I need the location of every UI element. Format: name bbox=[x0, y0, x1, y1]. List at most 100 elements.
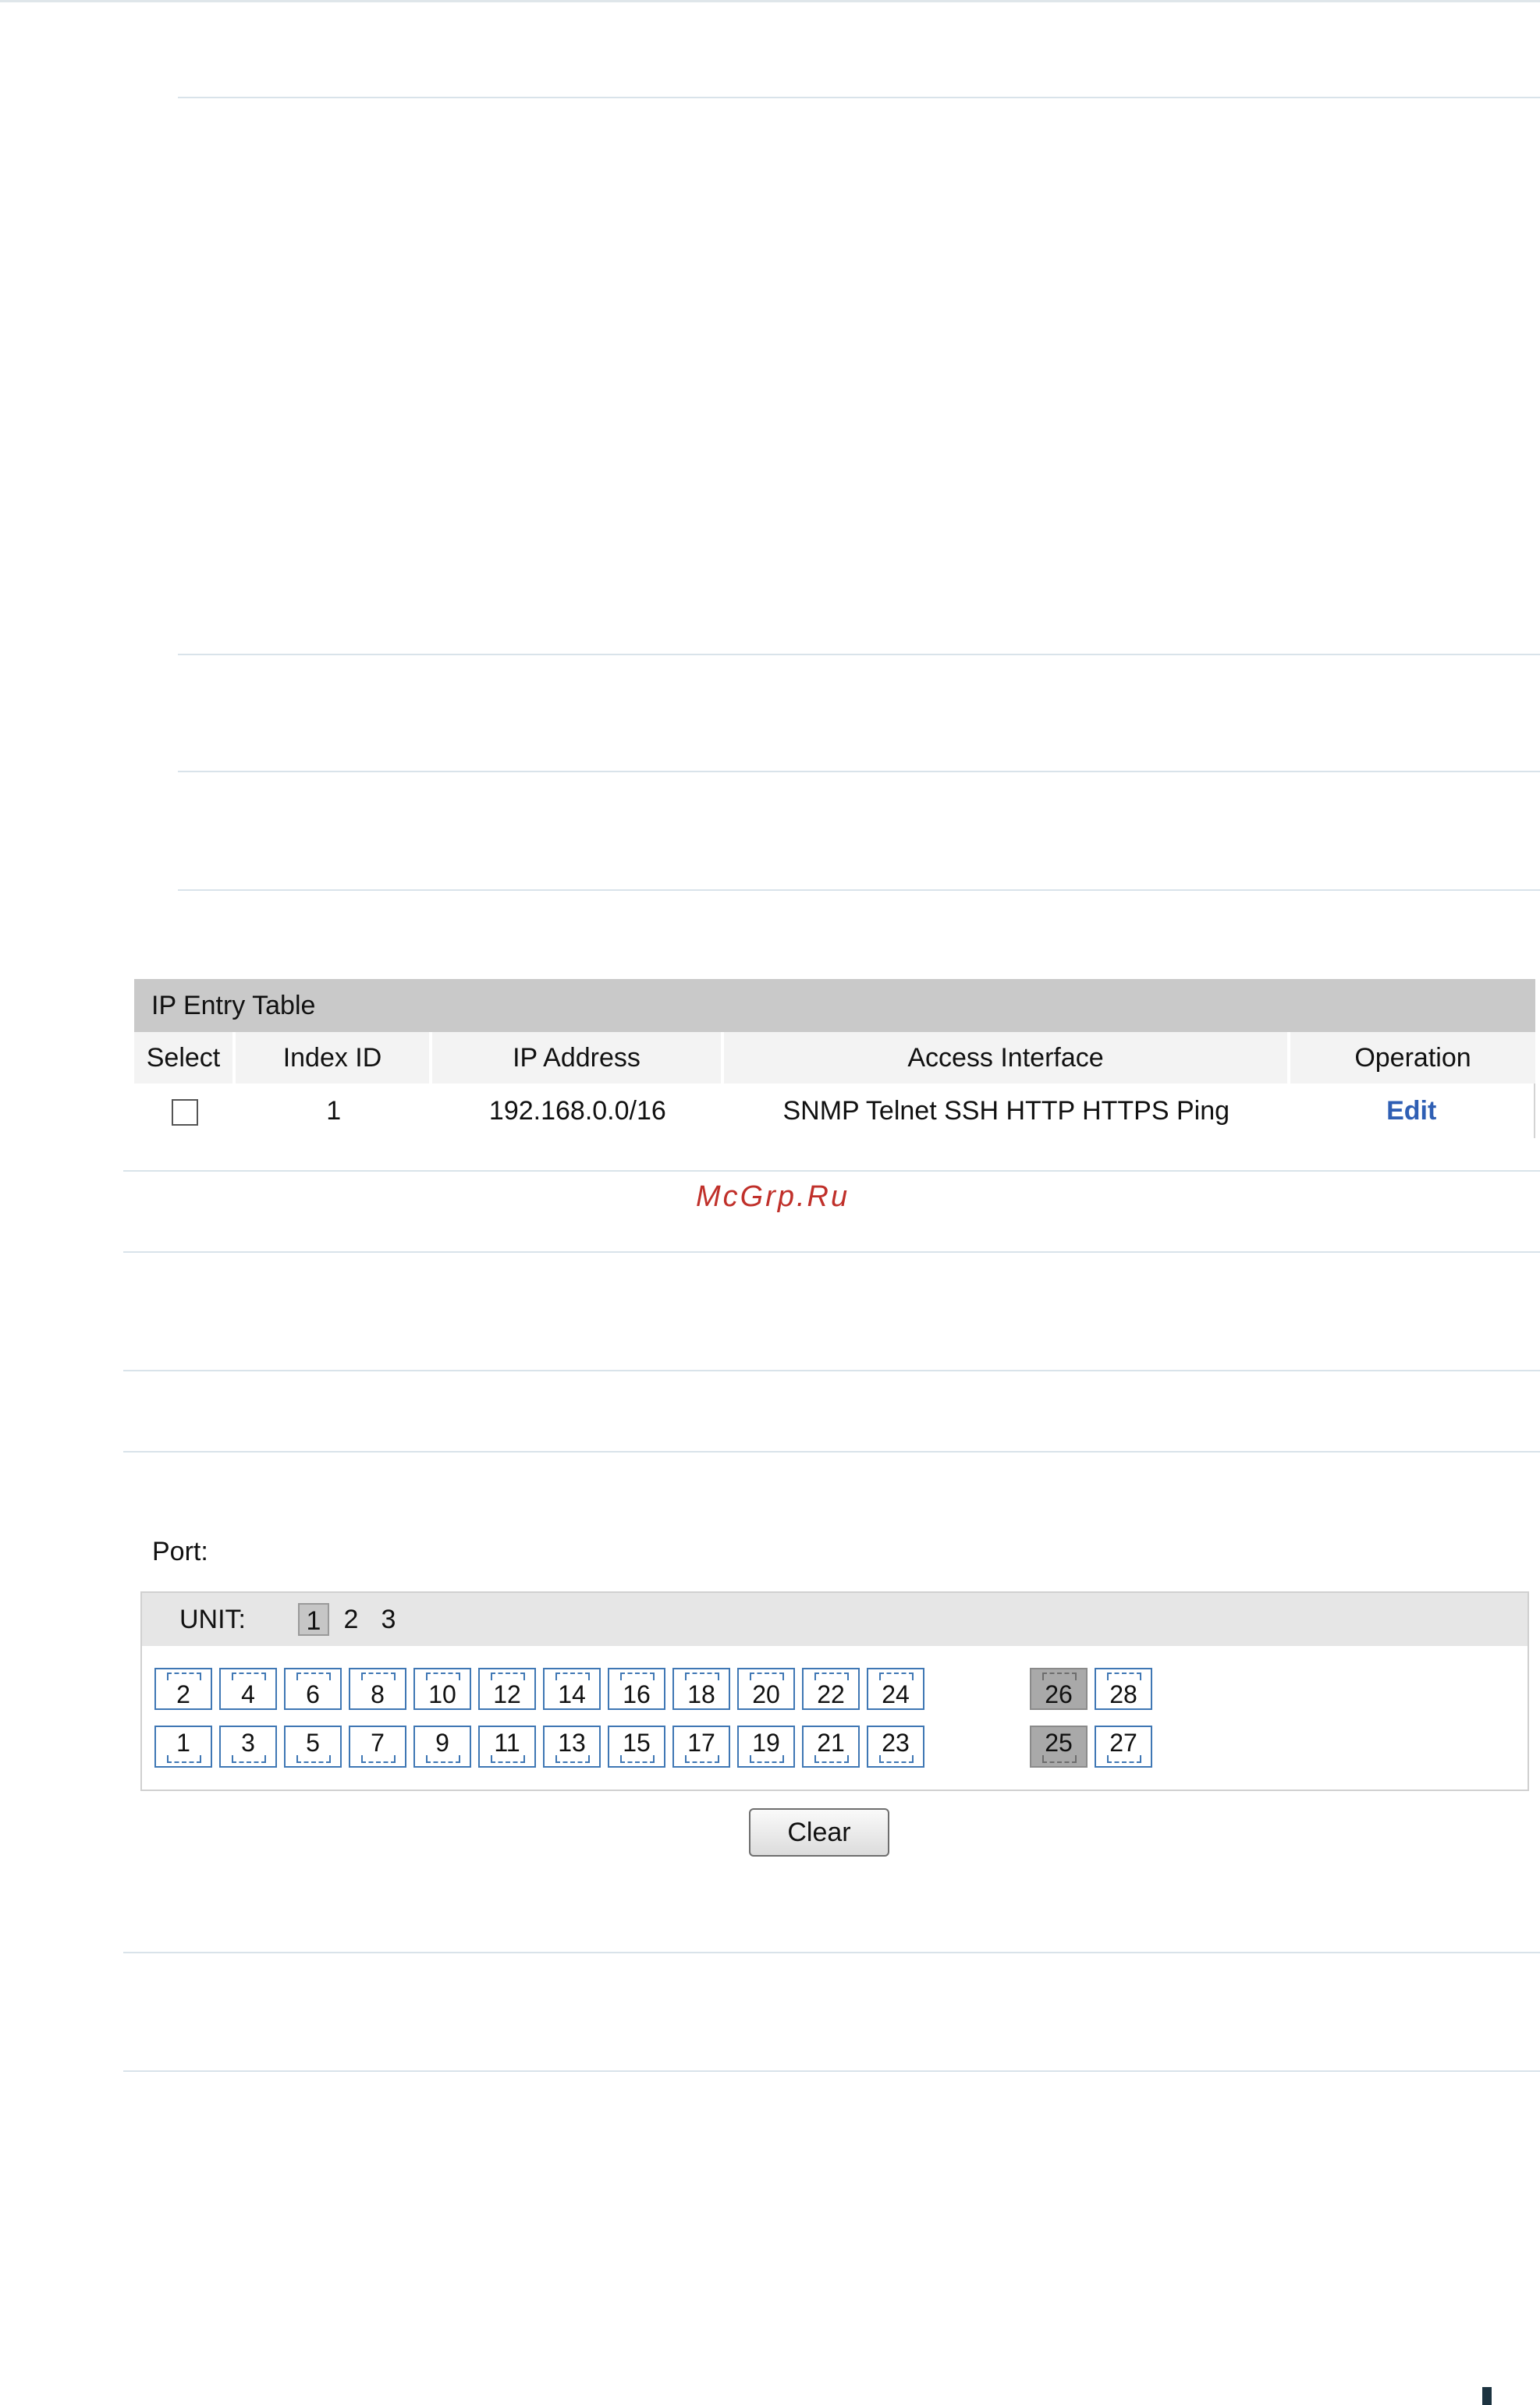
port-jack-icon bbox=[232, 1673, 266, 1680]
access-interface-cell: SNMP Telnet SSH HTTP HTTPS Ping bbox=[782, 1096, 1230, 1126]
port-17[interactable]: 17 bbox=[672, 1726, 730, 1768]
port-13[interactable]: 13 bbox=[543, 1726, 601, 1768]
unit-bar: UNIT: 1 2 3 bbox=[142, 1593, 1528, 1646]
ip-table-title: IP Entry Table bbox=[134, 979, 1535, 1032]
port-number: 16 bbox=[623, 1680, 651, 1708]
port-jack-icon bbox=[296, 1673, 331, 1680]
port-24[interactable]: 24 bbox=[867, 1668, 924, 1710]
port-jack-icon bbox=[620, 1673, 655, 1680]
port-number: 12 bbox=[493, 1680, 521, 1708]
port-number: 1 bbox=[176, 1729, 190, 1757]
unit-button-1[interactable]: 1 bbox=[298, 1603, 329, 1636]
port-number: 7 bbox=[371, 1729, 385, 1757]
port-3[interactable]: 3 bbox=[219, 1726, 277, 1768]
port-jack-icon bbox=[555, 1673, 590, 1680]
port-15[interactable]: 15 bbox=[608, 1726, 665, 1768]
port-number: 2 bbox=[176, 1680, 190, 1708]
clear-button[interactable]: Clear bbox=[749, 1808, 889, 1857]
port-7[interactable]: 7 bbox=[349, 1726, 406, 1768]
port-12[interactable]: 12 bbox=[478, 1668, 536, 1710]
port-9[interactable]: 9 bbox=[413, 1726, 471, 1768]
port-number: 5 bbox=[306, 1729, 320, 1757]
port-8[interactable]: 8 bbox=[349, 1668, 406, 1710]
port-19[interactable]: 19 bbox=[737, 1726, 795, 1768]
port-number: 10 bbox=[428, 1680, 456, 1708]
port-number: 20 bbox=[752, 1680, 780, 1708]
column-header-select: Select bbox=[134, 1032, 236, 1084]
port-jack-icon bbox=[879, 1673, 914, 1680]
port-jack-icon bbox=[685, 1673, 719, 1680]
port-11[interactable]: 11 bbox=[478, 1726, 536, 1768]
divider bbox=[123, 1952, 1540, 1953]
port-27[interactable]: 27 bbox=[1095, 1726, 1152, 1768]
unit-label: UNIT: bbox=[179, 1604, 246, 1634]
column-header-ip-address: IP Address bbox=[432, 1032, 724, 1084]
divider bbox=[123, 1451, 1540, 1453]
table-row: 1 192.168.0.0/16 SNMP Telnet SSH HTTP HT… bbox=[134, 1084, 1535, 1138]
port-5[interactable]: 5 bbox=[284, 1726, 342, 1768]
divider bbox=[123, 2070, 1540, 2072]
port-number: 28 bbox=[1109, 1680, 1137, 1708]
port-25[interactable]: 25 bbox=[1030, 1726, 1088, 1768]
edit-link[interactable]: Edit bbox=[1386, 1096, 1436, 1126]
port-26[interactable]: 26 bbox=[1030, 1668, 1088, 1710]
port-jack-icon bbox=[814, 1673, 849, 1680]
port-label: Port: bbox=[152, 1537, 208, 1566]
column-header-access-interface: Access Interface bbox=[724, 1032, 1290, 1084]
port-number: 9 bbox=[435, 1729, 449, 1757]
port-number: 26 bbox=[1045, 1680, 1073, 1708]
watermark: McGrp.Ru bbox=[696, 1180, 850, 1213]
port-18[interactable]: 18 bbox=[672, 1668, 730, 1710]
port-21[interactable]: 21 bbox=[802, 1726, 860, 1768]
column-header-operation: Operation bbox=[1354, 1043, 1471, 1073]
port-panel: UNIT: 1 2 3 2 4 6 8 10 12 14 16 18 20 22 24 1 3 5 7 9 11 1… bbox=[140, 1591, 1529, 1791]
row-select-checkbox[interactable] bbox=[171, 1099, 198, 1126]
divider bbox=[123, 1251, 1540, 1253]
port-number: 18 bbox=[687, 1680, 715, 1708]
ip-table-header: Select Index ID IP Address Access Interf… bbox=[134, 1032, 1535, 1084]
port-number: 17 bbox=[687, 1729, 715, 1757]
port-2[interactable]: 2 bbox=[154, 1668, 212, 1710]
divider bbox=[123, 1170, 1540, 1172]
port-number: 24 bbox=[882, 1680, 910, 1708]
port-jack-icon bbox=[1107, 1673, 1141, 1680]
select-cell bbox=[134, 1084, 236, 1138]
port-1[interactable]: 1 bbox=[154, 1726, 212, 1768]
port-22[interactable]: 22 bbox=[802, 1668, 860, 1710]
index-id-cell: 1 bbox=[326, 1096, 342, 1126]
port-10[interactable]: 10 bbox=[413, 1668, 471, 1710]
ip-entry-table: IP Entry Table Select Index ID IP Addres… bbox=[134, 979, 1535, 1138]
port-number: 27 bbox=[1109, 1729, 1137, 1757]
port-16[interactable]: 16 bbox=[608, 1668, 665, 1710]
port-6[interactable]: 6 bbox=[284, 1668, 342, 1710]
divider bbox=[178, 97, 1540, 98]
unit-button-2[interactable]: 2 bbox=[335, 1603, 367, 1636]
port-4[interactable]: 4 bbox=[219, 1668, 277, 1710]
port-number: 3 bbox=[241, 1729, 255, 1757]
corner-mark bbox=[1482, 2387, 1492, 2405]
port-number: 14 bbox=[558, 1680, 586, 1708]
port-number: 21 bbox=[817, 1729, 845, 1757]
unit-button-3[interactable]: 3 bbox=[373, 1603, 404, 1636]
port-jack-icon bbox=[491, 1673, 525, 1680]
port-number: 13 bbox=[558, 1729, 586, 1757]
port-28[interactable]: 28 bbox=[1095, 1668, 1152, 1710]
port-14[interactable]: 14 bbox=[543, 1668, 601, 1710]
port-number: 11 bbox=[494, 1729, 520, 1757]
column-header-index-id: Index ID bbox=[236, 1032, 432, 1084]
port-number: 6 bbox=[306, 1680, 320, 1708]
port-number: 22 bbox=[817, 1680, 845, 1708]
port-jack-icon bbox=[1042, 1673, 1077, 1680]
port-jack-icon bbox=[361, 1673, 396, 1680]
divider bbox=[178, 771, 1540, 772]
port-jack-icon bbox=[750, 1673, 784, 1680]
divider bbox=[178, 654, 1540, 655]
divider bbox=[178, 889, 1540, 891]
port-number: 4 bbox=[241, 1680, 255, 1708]
port-23[interactable]: 23 bbox=[867, 1726, 924, 1768]
port-20[interactable]: 20 bbox=[737, 1668, 795, 1710]
port-number: 8 bbox=[371, 1680, 385, 1708]
operation-cell: Edit bbox=[1289, 1084, 1534, 1138]
port-number: 15 bbox=[623, 1729, 651, 1757]
port-jack-icon bbox=[167, 1673, 201, 1680]
